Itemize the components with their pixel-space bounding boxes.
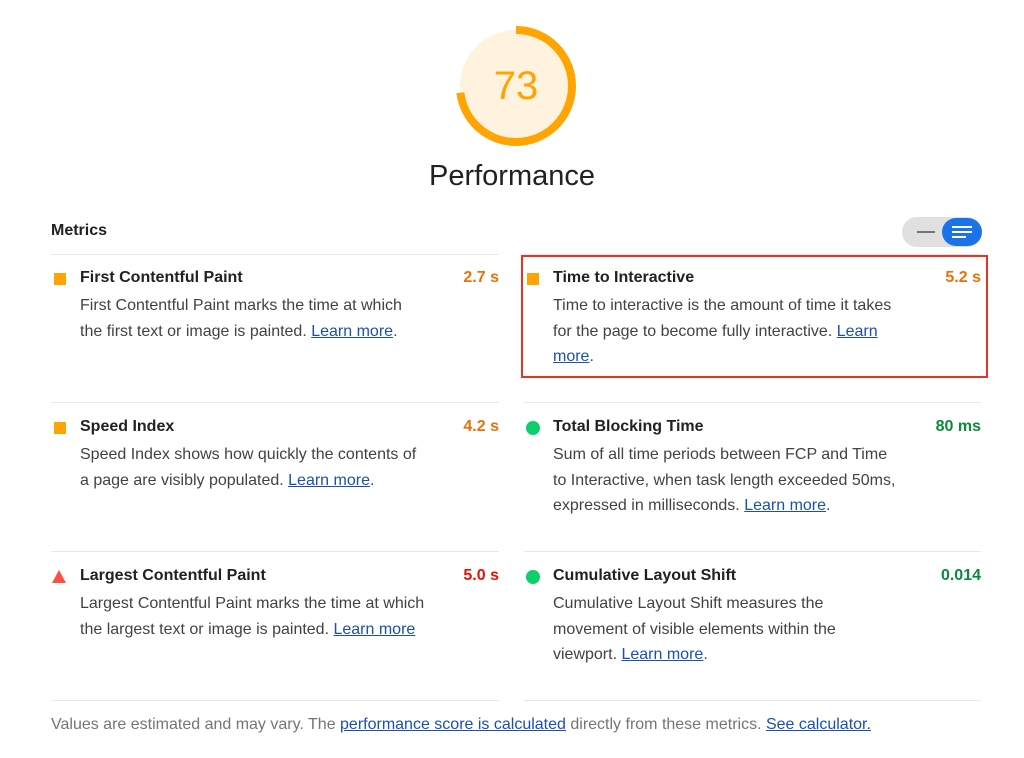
lines-compact-icon[interactable]	[907, 220, 943, 244]
metric-value: 0.014	[940, 567, 981, 584]
lines-expanded-icon[interactable]	[942, 218, 982, 246]
metric-description: Largest Contentful Paint marks the time …	[80, 595, 425, 638]
metric-description: Cumulative Layout Shift measures the mov…	[553, 595, 836, 663]
metric-title: Total Blocking Time	[553, 418, 704, 435]
category-title: Performance	[428, 160, 595, 192]
divider	[524, 700, 981, 701]
divider	[524, 402, 981, 403]
orange-square-icon	[51, 271, 66, 285]
metric-title: Speed Index	[80, 418, 175, 435]
learn-more-link[interactable]: Learn more	[288, 472, 370, 489]
divider	[51, 551, 499, 552]
metrics-footer-note: Values are estimated and may vary. The p…	[51, 716, 871, 733]
score-value: 73	[493, 63, 539, 108]
metric-title: First Contentful Paint	[80, 269, 243, 286]
metric-title: Cumulative Layout Shift	[553, 567, 737, 584]
highlight-annotation-box	[521, 255, 988, 378]
green-circle-icon	[524, 420, 540, 435]
metric-description: Speed Index shows how quickly the conten…	[80, 446, 417, 489]
divider	[524, 551, 981, 552]
see-calculator-link[interactable]: See calculator.	[766, 716, 871, 733]
metric-description: First Contentful Paint marks the time at…	[80, 297, 402, 340]
learn-more-link[interactable]: Learn more	[333, 621, 415, 638]
learn-more-link[interactable]: Learn more	[744, 497, 826, 514]
metric-value: 2.7 s	[463, 269, 499, 286]
divider	[51, 254, 499, 255]
divider	[51, 402, 499, 403]
green-circle-icon	[524, 569, 540, 584]
orange-square-icon	[51, 420, 66, 434]
metric-value: 4.2 s	[463, 418, 499, 435]
performance-score-link[interactable]: performance score is calculated	[340, 716, 566, 733]
metric-value: 80 ms	[935, 418, 981, 435]
learn-more-link[interactable]: Learn more	[311, 323, 393, 340]
divider	[51, 700, 499, 701]
metrics-header: Metrics	[51, 222, 108, 239]
metrics-view-toggle[interactable]	[902, 217, 982, 247]
score-gauge: 73	[455, 25, 577, 147]
metric-title: Largest Contentful Paint	[80, 567, 266, 584]
learn-more-link[interactable]: Learn more	[621, 646, 703, 663]
metric-description: Sum of all time periods between FCP and …	[553, 446, 896, 514]
metric-value: 5.0 s	[463, 567, 499, 584]
red-triangle-icon	[51, 569, 66, 583]
